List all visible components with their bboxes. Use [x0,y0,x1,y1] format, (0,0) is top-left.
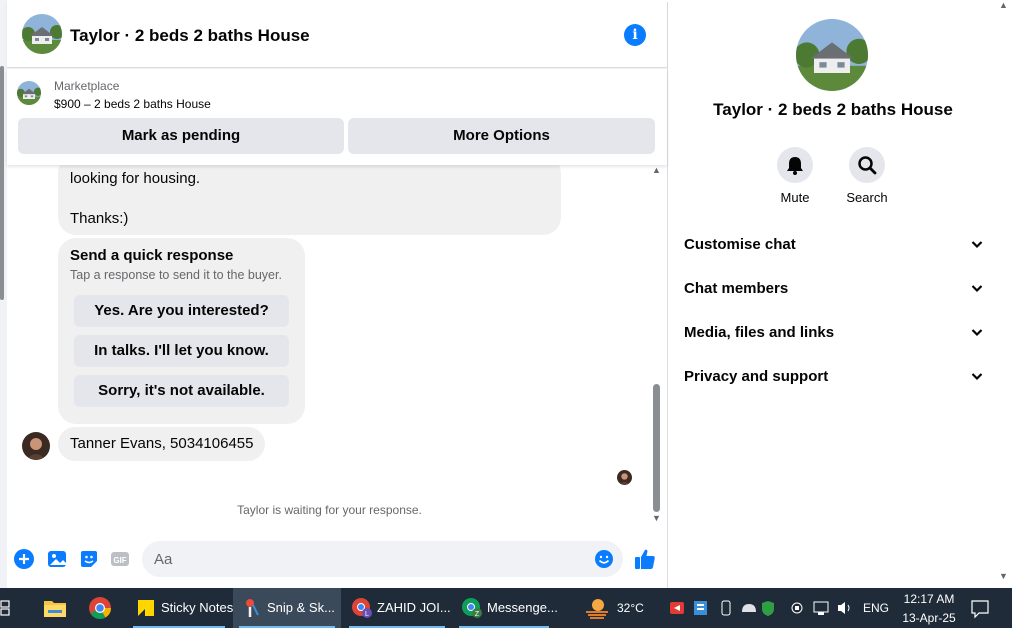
chat-avatar[interactable] [22,14,62,54]
chevron-down-icon [971,241,983,249]
marketplace-label: Marketplace [54,79,120,93]
message-composer: GIF [7,534,667,584]
quick-response-not-available-button[interactable]: Sorry, it's not available. [74,375,289,407]
listing-thumbnail[interactable] [17,81,41,105]
more-options-button[interactable]: More Options [348,118,655,154]
chrome-profile-icon: Z [462,598,482,618]
customise-chat-row[interactable]: Customise chat [684,233,984,257]
mark-as-pending-button[interactable]: Mark as pending [18,118,344,154]
taskbar-app-label: ZAHID JOI... [377,600,451,615]
quick-response-in-talks-button[interactable]: In talks. I'll let you know. [74,335,289,367]
gif-icon[interactable]: GIF [109,548,131,570]
mute-label: Mute [780,190,810,205]
taskbar-sticky-notes[interactable]: Sticky Notes [127,588,234,628]
weather-icon[interactable] [584,588,610,628]
language-indicator[interactable]: ENG [863,588,889,628]
search-label: Search [846,190,888,205]
left-scrollbar[interactable] [0,0,7,588]
page-scroll-up-arrow[interactable]: ▲ [999,0,1008,10]
scroll-thumb[interactable] [653,384,660,512]
section-label: Media, files and links [684,324,835,341]
section-label: Chat members [684,280,789,297]
chat-pane: Taylor · 2 beds 2 baths House i Marketpl… [7,2,668,588]
message-line: Thanks:) [70,210,129,227]
scroll-down-arrow[interactable]: ▼ [652,513,661,523]
weather-temperature[interactable]: 32°C [617,588,644,628]
chrome-profile-icon: L [352,598,372,618]
sender-avatar[interactable] [22,432,50,460]
quick-response-subtitle: Tap a response to send it to the buyer. [70,268,282,282]
listing-title[interactable]: $900 – 2 beds 2 baths House [54,97,211,111]
message-input-wrapper [142,541,623,577]
emoji-icon[interactable] [594,549,614,569]
taskbar-app-label: Messenge... [487,600,558,615]
svg-text:L: L [365,611,369,618]
chat-info-panel: Taylor · 2 beds 2 baths House Mute Searc… [668,2,998,588]
chevron-down-icon [971,373,983,381]
search-button[interactable]: Search [837,147,897,205]
privacy-support-row[interactable]: Privacy and support [684,365,984,389]
scroll-up-arrow[interactable]: ▲ [652,165,661,175]
task-view-icon[interactable] [0,588,16,628]
taskbar-app-label: Sticky Notes [161,600,234,615]
mute-button[interactable]: Mute [765,147,825,205]
chevron-down-icon [971,329,983,337]
taskbar-messenger[interactable]: Z Messenge... [453,588,558,628]
quick-response-card: Send a quick response Tap a response to … [58,238,305,424]
message-line: looking for housing. [70,170,201,187]
photo-icon[interactable] [46,548,68,570]
page-scroll-down-arrow[interactable]: ▼ [999,571,1008,581]
thumbs-up-icon[interactable] [633,547,657,571]
file-explorer-icon[interactable] [42,588,68,628]
system-tray-icons[interactable] [668,588,896,628]
sticky-notes-icon [138,600,154,616]
chat-members-row[interactable]: Chat members [684,277,984,301]
messenger-window: Taylor · 2 beds 2 baths House i Marketpl… [0,0,1012,588]
media-files-links-row[interactable]: Media, files and links [684,321,984,345]
buyer-message: looking for housing. Thanks:) [58,165,561,235]
clock-time: 12:17 AM [903,592,955,606]
clock-date: 13-Apr-25 [902,611,956,625]
section-label: Privacy and support [684,368,829,385]
notification-icon[interactable] [970,588,990,628]
marketplace-card: Marketplace $900 – 2 beds 2 baths House … [7,69,667,165]
sticker-icon[interactable] [78,548,100,570]
section-label: Customise chat [684,236,796,253]
windows-taskbar: Sticky Notes Snip & Sk... L ZAHID JOI...… [0,588,1012,628]
quick-response-title: Send a quick response [70,247,234,264]
snip-sketch-icon [246,599,259,617]
panel-avatar[interactable] [796,19,868,91]
chat-header: Taylor · 2 beds 2 baths House i [7,2,667,68]
svg-text:Z: Z [475,611,480,618]
chrome-icon[interactable] [87,588,113,628]
taskbar-chrome-profile-zahid[interactable]: L ZAHID JOI... [343,588,451,628]
bell-icon [787,157,803,175]
message-list: looking for housing. Thanks:) Send a qui… [7,165,667,530]
chat-title[interactable]: Taylor · 2 beds 2 baths House [70,26,310,46]
clock[interactable]: 12:17 AM 13-Apr-25 [898,591,960,626]
search-icon [858,156,877,175]
panel-title: Taylor · 2 beds 2 baths House [713,100,953,119]
plus-icon[interactable] [13,548,35,570]
taskbar-snip-sketch[interactable]: Snip & Sk... [233,588,341,628]
message-input[interactable] [154,541,584,577]
read-receipt-avatar [617,470,632,485]
info-icon[interactable]: i [624,24,646,46]
message-scrollbar[interactable] [652,384,662,514]
quick-response-yes-button[interactable]: Yes. Are you interested? [74,295,289,327]
contact-message: Tanner Evans, 5034106455 [58,427,266,461]
chevron-down-icon [971,285,983,293]
waiting-status: Taylor is waiting for your response. [237,503,422,517]
svg-text:GIF: GIF [113,556,126,565]
taskbar-app-label: Snip & Sk... [267,600,335,615]
